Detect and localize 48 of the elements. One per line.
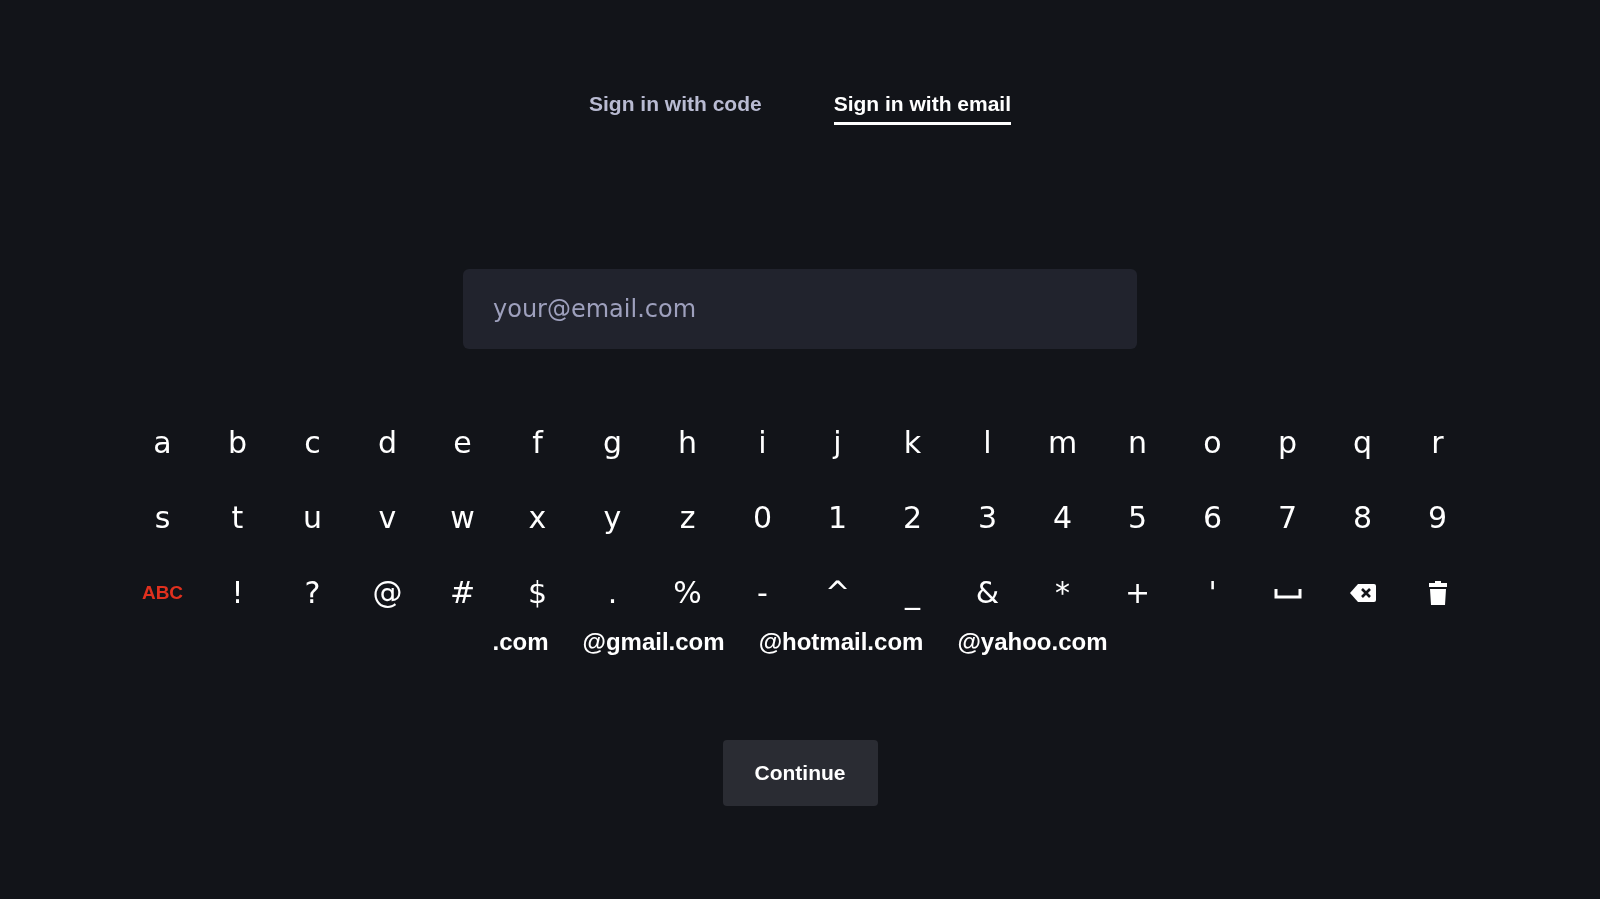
- backspace-icon: [1349, 583, 1376, 602]
- keyboard-key[interactable]: 7: [1250, 480, 1325, 555]
- mode-key[interactable]: ABC: [125, 555, 200, 630]
- keyboard-key[interactable]: 4: [1025, 480, 1100, 555]
- keyboard-key[interactable]: z: [650, 480, 725, 555]
- trash-icon: [1427, 580, 1448, 605]
- keyboard-key[interactable]: w: [425, 480, 500, 555]
- keyboard-key[interactable]: p: [1250, 405, 1325, 480]
- keyboard-key[interactable]: 2: [875, 480, 950, 555]
- keyboard-key[interactable]: 5: [1100, 480, 1175, 555]
- keyboard-key[interactable]: o: [1175, 405, 1250, 480]
- keyboard-key[interactable]: e: [425, 405, 500, 480]
- email-field[interactable]: your@email.com: [463, 269, 1137, 349]
- keyboard-key[interactable]: r: [1400, 405, 1475, 480]
- keyboard-key[interactable]: c: [275, 405, 350, 480]
- keyboard-key[interactable]: 0: [725, 480, 800, 555]
- keyboard-key[interactable]: s: [125, 480, 200, 555]
- keyboard-key[interactable]: @: [350, 555, 425, 630]
- keyboard-key[interactable]: t: [200, 480, 275, 555]
- keyboard-key[interactable]: ': [1175, 555, 1250, 630]
- keyboard-key[interactable]: m: [1025, 405, 1100, 480]
- keyboard-key[interactable]: 9: [1400, 480, 1475, 555]
- keyboard-key[interactable]: ?: [275, 555, 350, 630]
- keyboard-key[interactable]: q: [1325, 405, 1400, 480]
- keyboard-key[interactable]: i: [725, 405, 800, 480]
- continue-button[interactable]: Continue: [722, 740, 878, 806]
- keyboard-key[interactable]: n: [1100, 405, 1175, 480]
- keyboard-key[interactable]: 8: [1325, 480, 1400, 555]
- keyboard-key[interactable]: b: [200, 405, 275, 480]
- keyboard-key[interactable]: f: [500, 405, 575, 480]
- keyboard-key[interactable]: 1: [800, 480, 875, 555]
- space-icon: [1273, 586, 1302, 599]
- keyboard-key[interactable]: 3: [950, 480, 1025, 555]
- keyboard-key[interactable]: g: [575, 405, 650, 480]
- tab[interactable]: Sign in with code: [589, 92, 762, 125]
- tab[interactable]: Sign in with email: [833, 92, 1011, 125]
- keyboard-key[interactable]: x: [500, 480, 575, 555]
- keyboard-key[interactable]: h: [650, 405, 725, 480]
- keyboard-key[interactable]: v: [350, 480, 425, 555]
- keyboard-key[interactable]: a: [125, 405, 200, 480]
- keyboard-key[interactable]: d: [350, 405, 425, 480]
- keyboard-key[interactable]: u: [275, 480, 350, 555]
- keyboard-key[interactable]: !: [200, 555, 275, 630]
- keyboard-key[interactable]: 6: [1175, 480, 1250, 555]
- keyboard-key[interactable]: j: [800, 405, 875, 480]
- keyboard-key[interactable]: k: [875, 405, 950, 480]
- keyboard-key[interactable]: y: [575, 480, 650, 555]
- keyboard-key[interactable]: l: [950, 405, 1025, 480]
